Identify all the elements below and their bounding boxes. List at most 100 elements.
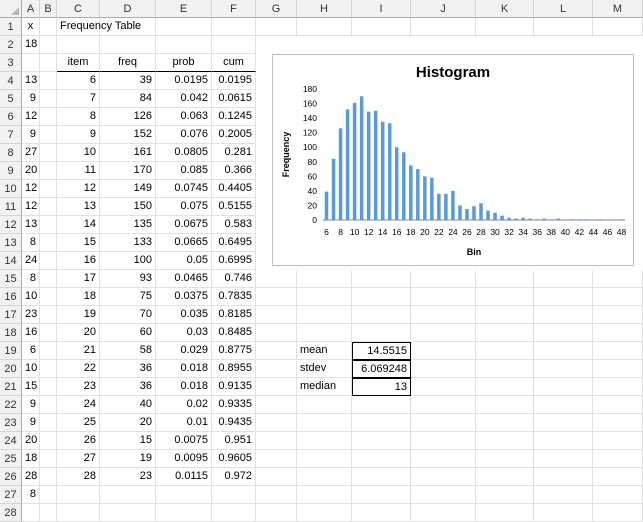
row-header-21[interactable]: 21 (0, 378, 22, 396)
grid-cell[interactable] (534, 450, 593, 468)
table-cell[interactable]: 0.0615 (212, 90, 256, 108)
row-header-10[interactable]: 10 (0, 180, 22, 198)
table-cell[interactable]: 0.0115 (156, 468, 212, 486)
row-header-23[interactable]: 23 (0, 414, 22, 432)
cell-a-value[interactable]: 24 (22, 252, 40, 270)
grid-cell[interactable] (100, 504, 156, 522)
table-cell[interactable]: 0.8185 (212, 306, 256, 324)
grid-cell[interactable] (476, 396, 534, 414)
table-cell[interactable]: 0.0195 (156, 72, 212, 90)
row-header-20[interactable]: 20 (0, 360, 22, 378)
grid-cell[interactable] (212, 504, 256, 522)
table-cell[interactable]: 36 (100, 378, 156, 396)
grid-cell[interactable] (40, 378, 57, 396)
grid-cell[interactable] (352, 396, 411, 414)
grid-cell[interactable] (534, 504, 593, 522)
row-header-27[interactable]: 27 (0, 486, 22, 504)
table-header-item[interactable]: item (57, 54, 100, 72)
column-header-d[interactable]: D (100, 0, 156, 18)
table-cell[interactable]: 0.972 (212, 468, 256, 486)
grid-cell[interactable] (40, 72, 57, 90)
grid-cell[interactable] (40, 342, 57, 360)
cell-a-value[interactable]: 8 (22, 234, 40, 252)
table-cell[interactable]: 17 (57, 270, 100, 288)
grid-cell[interactable] (40, 108, 57, 126)
table-cell[interactable]: 21 (57, 342, 100, 360)
spreadsheet[interactable]: ABCDEFGHIJKLMN 1234567891011121314151617… (0, 0, 643, 522)
table-cell[interactable]: 133 (100, 234, 156, 252)
table-cell[interactable]: 0.0745 (156, 180, 212, 198)
row-header-28[interactable]: 28 (0, 504, 22, 522)
table-cell[interactable]: 23 (57, 378, 100, 396)
row-header-12[interactable]: 12 (0, 216, 22, 234)
grid-cell[interactable] (593, 270, 643, 288)
grid-cell[interactable] (593, 432, 643, 450)
grid-cell[interactable] (40, 234, 57, 252)
cell-a-value[interactable]: 12 (22, 108, 40, 126)
table-cell[interactable]: 0.02 (156, 396, 212, 414)
table-header-prob[interactable]: prob (156, 54, 212, 72)
row-header-15[interactable]: 15 (0, 270, 22, 288)
grid-cell[interactable] (593, 486, 643, 504)
column-header-h[interactable]: H (297, 0, 352, 18)
table-cell[interactable]: 0.0805 (156, 144, 212, 162)
cell-a-value[interactable]: 20 (22, 162, 40, 180)
table-cell[interactable]: 0.0465 (156, 270, 212, 288)
grid-cell[interactable] (40, 252, 57, 270)
cell-a1[interactable]: x (22, 18, 40, 36)
grid-cell[interactable] (212, 18, 256, 36)
table-cell[interactable]: 170 (100, 162, 156, 180)
grid-cell[interactable] (22, 54, 40, 72)
grid-cell[interactable] (256, 432, 297, 450)
grid-cell[interactable] (534, 18, 593, 36)
grid-cell[interactable] (297, 306, 352, 324)
grid-cell[interactable] (593, 288, 643, 306)
row-header-25[interactable]: 25 (0, 450, 22, 468)
table-cell[interactable]: 6 (57, 72, 100, 90)
table-cell[interactable]: 0.0095 (156, 450, 212, 468)
table-cell[interactable]: 0.9135 (212, 378, 256, 396)
grid-cell[interactable] (40, 360, 57, 378)
row-header-14[interactable]: 14 (0, 252, 22, 270)
row-header-26[interactable]: 26 (0, 468, 22, 486)
grid-cell[interactable] (352, 270, 411, 288)
table-cell[interactable]: 0.085 (156, 162, 212, 180)
grid-cell[interactable] (297, 432, 352, 450)
cell-a-value[interactable]: 10 (22, 288, 40, 306)
grid-cell[interactable] (40, 414, 57, 432)
grid-cell[interactable] (352, 486, 411, 504)
table-cell[interactable]: 0.018 (156, 378, 212, 396)
grid-cell[interactable] (40, 396, 57, 414)
table-cell[interactable]: 20 (57, 324, 100, 342)
table-cell[interactable]: 0.1245 (212, 108, 256, 126)
grid-cell[interactable] (476, 432, 534, 450)
table-cell[interactable]: 0.951 (212, 432, 256, 450)
table-cell[interactable]: 93 (100, 270, 156, 288)
table-cell[interactable]: 75 (100, 288, 156, 306)
grid-cell[interactable] (411, 414, 476, 432)
grid-cell[interactable] (297, 270, 352, 288)
grid-cell[interactable] (352, 306, 411, 324)
table-cell[interactable]: 19 (100, 450, 156, 468)
grid-cell[interactable] (256, 486, 297, 504)
grid-cell[interactable] (476, 360, 534, 378)
grid-cell[interactable] (212, 36, 256, 54)
grid-cell[interactable] (57, 504, 100, 522)
stat-label-mean[interactable]: mean (297, 342, 352, 360)
grid-cell[interactable] (40, 450, 57, 468)
row-header-19[interactable]: 19 (0, 342, 22, 360)
grid-cell[interactable] (256, 342, 297, 360)
grid-cell[interactable] (156, 36, 212, 54)
grid-cell[interactable] (40, 144, 57, 162)
row-header-11[interactable]: 11 (0, 198, 22, 216)
grid-cell[interactable] (40, 432, 57, 450)
table-cell[interactable]: 0.8775 (212, 342, 256, 360)
table-cell[interactable]: 0.4405 (212, 180, 256, 198)
grid-cell[interactable] (40, 18, 57, 36)
grid-cell[interactable] (40, 270, 57, 288)
table-cell[interactable]: 152 (100, 126, 156, 144)
grid-cell[interactable] (476, 342, 534, 360)
grid-cell[interactable] (352, 324, 411, 342)
table-cell[interactable]: 28 (57, 468, 100, 486)
table-cell[interactable]: 0.9435 (212, 414, 256, 432)
